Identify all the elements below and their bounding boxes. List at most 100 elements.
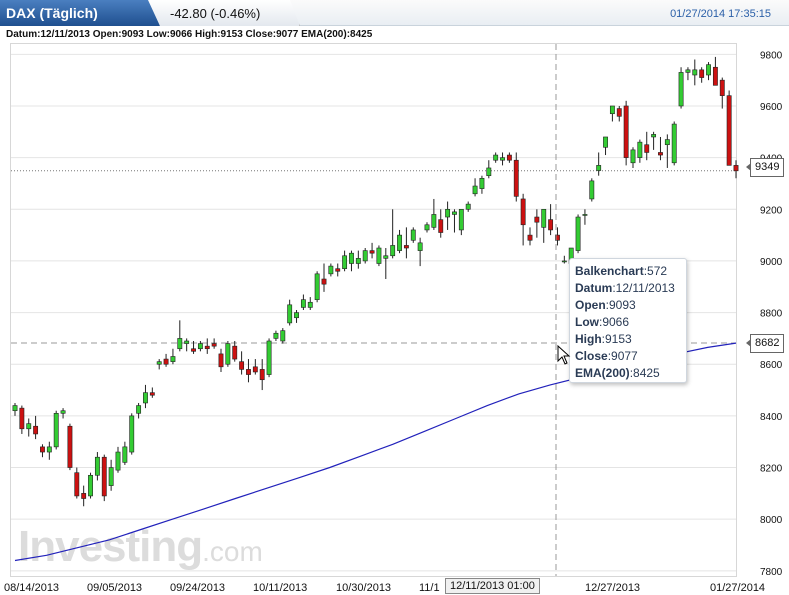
candle-body [136, 405, 142, 414]
candle-body [397, 234, 402, 251]
candle-body [609, 105, 615, 115]
candle-body [733, 165, 739, 172]
candle-body [726, 95, 732, 166]
tooltip-row: Datum:12/11/2013 [575, 280, 681, 297]
candle-body [575, 216, 581, 251]
candle-body [129, 415, 135, 453]
x-tick-label: 09/05/2013 [87, 582, 142, 594]
candle-body [699, 69, 705, 78]
candle-body [143, 392, 148, 404]
y-tick-label: 8000 [760, 515, 783, 526]
candle-body [616, 108, 622, 117]
candle-body [678, 72, 684, 107]
candle-body [445, 208, 451, 218]
candle-body [259, 369, 265, 381]
tooltip-row: EMA(200):8425 [575, 365, 681, 382]
tooltip-key: Low [575, 315, 599, 329]
candle-body [294, 312, 299, 319]
x-tick-label: 12/27/2013 [585, 582, 640, 594]
tooltip-key: EMA(200) [575, 366, 630, 380]
x-tick-label: 10/11/2013 [253, 582, 307, 594]
candle-body [280, 330, 286, 342]
candle-body [472, 185, 478, 195]
y-tick-label: 8400 [760, 412, 783, 423]
tooltip-value: :12/11/2013 [612, 281, 675, 295]
y-tick-label: 7800 [760, 567, 783, 578]
tooltip-key: Balkenchart [575, 264, 644, 278]
candle-body [163, 358, 169, 365]
candle-body [88, 474, 93, 497]
candle-body [486, 167, 492, 177]
candle-body [307, 301, 313, 308]
candle-body [300, 299, 306, 308]
tooltip-row: Open:9093 [575, 297, 681, 314]
candle-body [266, 340, 272, 375]
candle-body [170, 356, 176, 362]
candle-body [506, 154, 512, 161]
candle-body [541, 208, 547, 228]
candle-body [424, 224, 430, 231]
candle-body [479, 177, 485, 189]
candle-body [671, 123, 677, 164]
candle-body [67, 425, 73, 468]
candle-body [314, 273, 320, 300]
candle-body [328, 265, 334, 275]
crosshair-date-label: 12/11/2013 01:00 [445, 578, 540, 594]
candle-body [12, 405, 18, 412]
candle-body [452, 211, 457, 215]
candle-body [692, 69, 698, 76]
candle-body [362, 250, 368, 262]
candle-body [46, 446, 52, 453]
tooltip-key: Close [575, 349, 608, 363]
tooltip-key: Datum [575, 281, 613, 295]
candle-body [287, 304, 293, 324]
y-tick-label: 8200 [760, 464, 783, 475]
candle-body [500, 157, 505, 161]
candle-body [458, 208, 464, 231]
y-tick-label: 8800 [760, 309, 783, 320]
candle-body [40, 446, 45, 453]
candle-body [19, 407, 25, 430]
x-tick-label: 11/1 [419, 582, 440, 594]
candle-body [417, 242, 423, 251]
candle-body [561, 260, 567, 263]
candle-body [651, 134, 657, 138]
candle-body [644, 144, 650, 153]
candle-body [534, 216, 540, 223]
y-tick-label: 9000 [760, 257, 783, 268]
tooltip-value: :572 [643, 264, 668, 278]
x-tick-label: 01/27/2014 [710, 582, 765, 594]
candle-body [513, 159, 519, 197]
candle-body [390, 245, 396, 257]
candle-body [115, 451, 121, 471]
candle-body [548, 219, 554, 231]
candle-body [335, 268, 341, 272]
candle-body [520, 198, 526, 226]
candle-body [589, 180, 595, 200]
tooltip-value: :8425 [629, 366, 660, 380]
tooltip-value: :9077 [607, 349, 638, 363]
candle-body [603, 136, 608, 148]
tooltip-value: :9093 [605, 298, 636, 312]
candle-body [706, 64, 711, 76]
y-tick-label: 9600 [760, 102, 783, 113]
tooltip-value: :9153 [601, 332, 632, 346]
candle-body [431, 214, 437, 228]
candle-body [658, 152, 663, 156]
candle-body [712, 66, 718, 86]
candle-body [438, 219, 444, 233]
candle-body [637, 141, 643, 158]
candle-body [74, 472, 80, 497]
candle-body [149, 392, 155, 396]
candle-body [26, 423, 32, 430]
candle-body [493, 154, 499, 161]
data-tooltip: Balkenchart:572 Datum:12/11/2013 Open:9093… [569, 258, 687, 383]
candle-body [465, 203, 471, 210]
tooltip-row: Balkenchart:572 [575, 263, 681, 280]
last-price-marker: 9349 [745, 158, 785, 177]
candle-body [156, 361, 162, 365]
tooltip-row: Close:9077 [575, 348, 681, 365]
candle-body [218, 353, 224, 368]
y-tick-label: 9200 [760, 205, 783, 216]
candle-body [33, 425, 39, 435]
